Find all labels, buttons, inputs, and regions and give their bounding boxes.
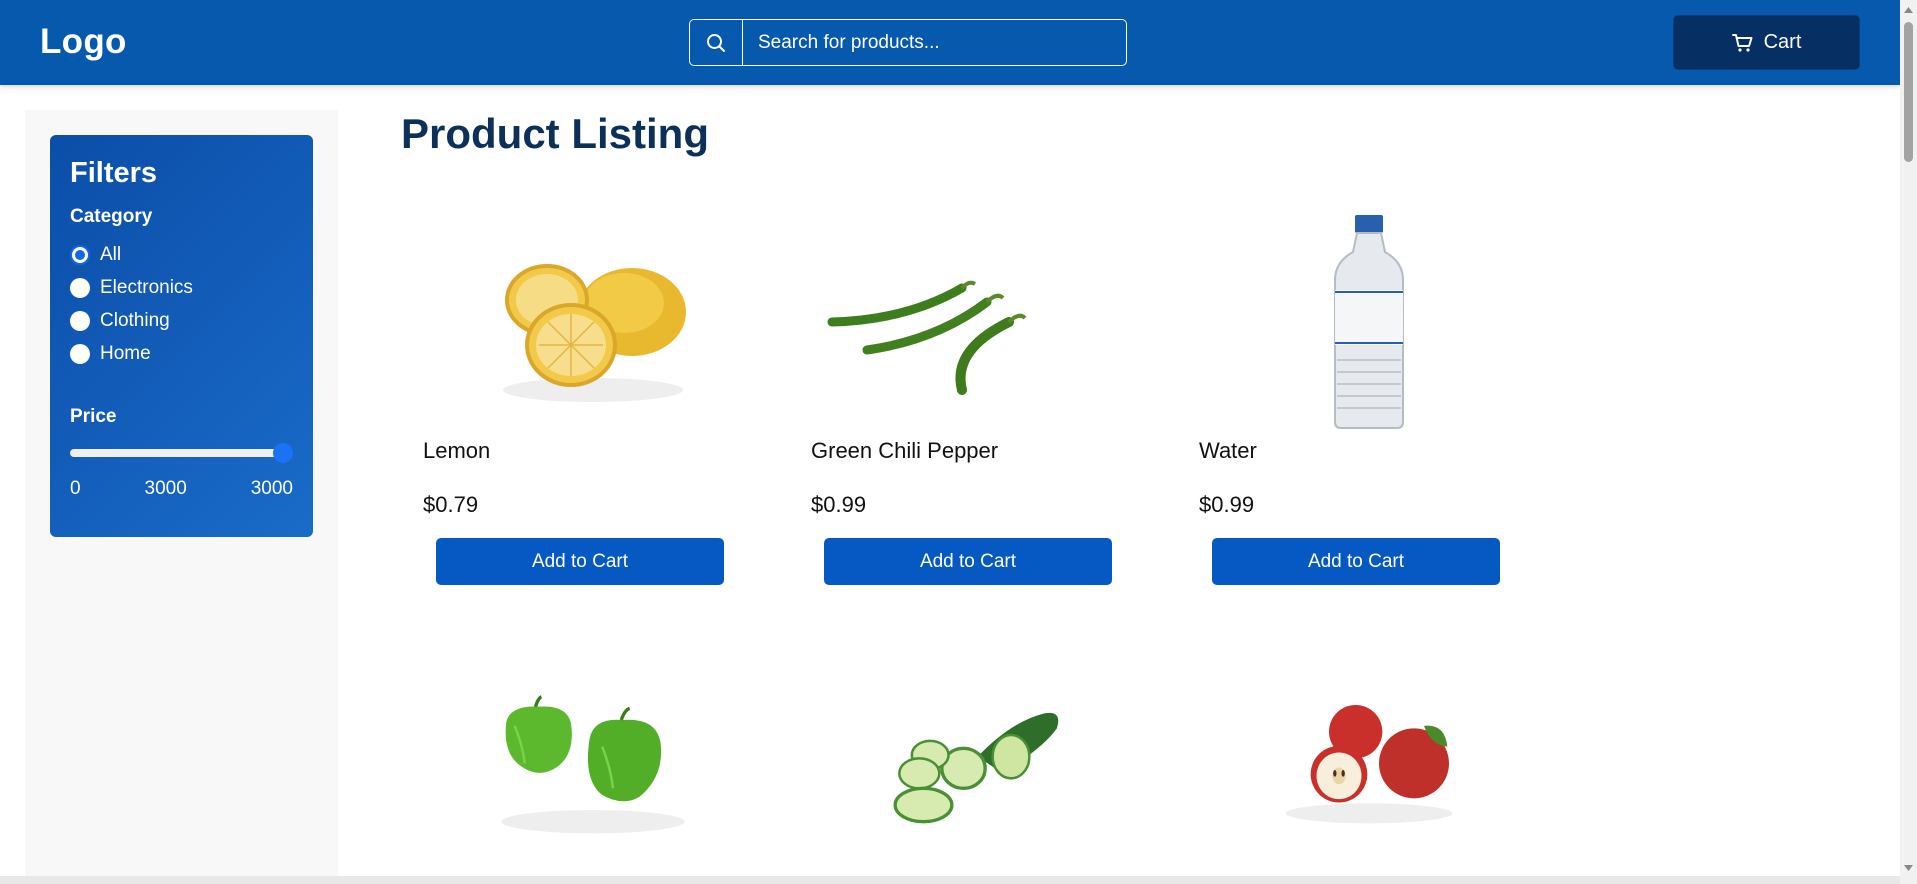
page-title: Product Listing bbox=[401, 110, 709, 157]
product-name[interactable]: Water bbox=[1199, 438, 1257, 464]
category-label: Home bbox=[100, 342, 151, 364]
filters-panel: Filters Category All Electronics Clothin… bbox=[50, 135, 313, 537]
category-label: Electronics bbox=[100, 276, 193, 298]
horizontal-scrollbar[interactable] bbox=[0, 876, 1900, 884]
category-label: All bbox=[100, 243, 122, 265]
apple-image[interactable] bbox=[1175, 680, 1563, 880]
category-title: Category bbox=[70, 206, 153, 227]
product-card bbox=[787, 680, 1175, 880]
cart-label: Cart bbox=[1763, 31, 1802, 53]
cart-icon bbox=[1731, 33, 1753, 52]
green-chili-image[interactable] bbox=[787, 200, 1175, 440]
price-min: 0 bbox=[70, 478, 81, 499]
product-name[interactable]: Green Chili Pepper bbox=[811, 438, 998, 464]
product-card bbox=[399, 680, 787, 880]
radio-button[interactable] bbox=[70, 343, 90, 364]
filters-title: Filters bbox=[70, 157, 158, 189]
lemon-image[interactable] bbox=[399, 200, 787, 440]
green-pepper-image[interactable] bbox=[399, 680, 787, 880]
cart-button[interactable]: Cart bbox=[1673, 15, 1860, 70]
product-card: Green Chili Pepper $0.99 Add to Cart bbox=[787, 200, 1175, 600]
product-card: Water $0.99 Add to Cart bbox=[1175, 200, 1563, 600]
category-option-clothing[interactable]: Clothing bbox=[70, 304, 293, 337]
top-nav-bar: Logo Cart bbox=[0, 0, 1900, 85]
product-price: $0.99 bbox=[811, 492, 867, 517]
product-name[interactable]: Lemon bbox=[423, 438, 490, 464]
cucumber-image[interactable] bbox=[787, 680, 1175, 880]
category-option-all[interactable]: All bbox=[70, 238, 293, 271]
price-slider[interactable] bbox=[70, 442, 293, 464]
add-to-cart-button[interactable]: Add to Cart bbox=[1212, 538, 1500, 585]
water-bottle-image[interactable] bbox=[1175, 200, 1563, 440]
search-icon[interactable] bbox=[690, 20, 743, 65]
price-current: 3000 bbox=[144, 478, 187, 499]
product-card: Lemon $0.79 Add to Cart bbox=[399, 200, 787, 600]
category-option-home[interactable]: Home bbox=[70, 337, 293, 370]
radio-button[interactable] bbox=[70, 277, 90, 298]
search-input[interactable] bbox=[743, 20, 1126, 65]
add-to-cart-button[interactable]: Add to Cart bbox=[436, 538, 724, 585]
scroll-up-arrow-icon[interactable] bbox=[1900, 2, 1917, 18]
radio-button-checked[interactable] bbox=[70, 244, 90, 265]
product-price: $0.79 bbox=[423, 492, 479, 517]
product-card bbox=[1175, 680, 1563, 880]
product-price: $0.99 bbox=[1199, 492, 1255, 517]
category-label: Clothing bbox=[100, 309, 170, 331]
price-max: 3000 bbox=[250, 478, 293, 499]
price-title: Price bbox=[70, 406, 117, 427]
price-slider-track[interactable] bbox=[70, 449, 283, 457]
price-slider-thumb[interactable] bbox=[273, 443, 293, 463]
category-option-electronics[interactable]: Electronics bbox=[70, 271, 293, 304]
logo[interactable]: Logo bbox=[40, 22, 127, 62]
scrollbar-thumb[interactable] bbox=[1904, 22, 1913, 162]
price-labels: 0 3000 3000 bbox=[70, 478, 293, 500]
scroll-down-arrow-icon[interactable] bbox=[1900, 860, 1917, 876]
search-bar[interactable] bbox=[689, 19, 1127, 66]
vertical-scrollbar[interactable] bbox=[1900, 0, 1917, 884]
radio-button[interactable] bbox=[70, 310, 90, 331]
add-to-cart-button[interactable]: Add to Cart bbox=[824, 538, 1112, 585]
